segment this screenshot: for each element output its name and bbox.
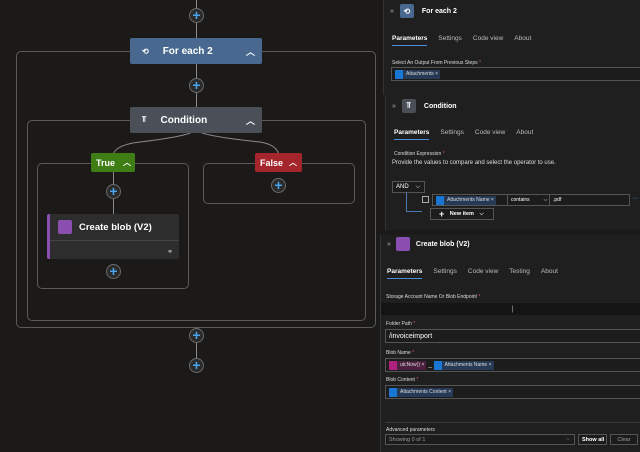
chevron-down-icon: ⌵ xyxy=(543,197,548,203)
tab-about[interactable]: About xyxy=(541,268,558,279)
blob-name-input[interactable]: utcNow() × _ Attachments Name × xyxy=(385,358,640,372)
tab-testing[interactable]: Testing xyxy=(509,268,530,279)
condition-icon: ⫪ xyxy=(142,115,147,124)
collapse-chevron-icon[interactable]: ︿ xyxy=(246,114,255,127)
connection-link-icon: ⚭ xyxy=(167,249,173,256)
add-step-button[interactable]: + xyxy=(106,264,121,279)
chevron-down-icon: ⌵ xyxy=(565,436,570,442)
chevron-down-icon: ⌵ xyxy=(415,183,421,190)
foreach-panel: » ⟲ For each 2 Parameters Settings Code vi… xyxy=(383,0,640,95)
tab-parameters[interactable]: Parameters xyxy=(387,268,423,279)
tab-code-view[interactable]: Code view xyxy=(475,129,505,140)
loop-icon: ⟲ xyxy=(142,46,149,56)
tab-about[interactable]: About xyxy=(516,129,533,140)
storage-account-select[interactable]: | xyxy=(381,303,640,315)
operator-select[interactable]: contains ⌵ xyxy=(507,194,550,206)
tab-settings[interactable]: Settings xyxy=(438,35,462,46)
add-step-button[interactable]: + xyxy=(189,78,204,93)
tab-settings[interactable]: Settings xyxy=(440,129,464,140)
create-blob-panel: » Create blob (V2) Parameters Settings Co… xyxy=(380,235,640,452)
output-input[interactable]: Attachments × xyxy=(391,67,640,81)
attachments-name-token[interactable]: Attachments Name × xyxy=(433,360,494,370)
divider xyxy=(385,422,640,423)
attachments-name-token[interactable]: Attachments Name × xyxy=(436,195,496,205)
row-checkbox[interactable] xyxy=(422,196,429,203)
chevron-up-icon[interactable]: ︿ xyxy=(123,157,131,168)
plus-icon: + xyxy=(439,209,445,219)
tab-code-view[interactable]: Code view xyxy=(473,35,503,46)
advanced-parameters-select[interactable]: Showing 0 of 1 ⌵ xyxy=(385,434,575,445)
blob-content-input[interactable]: Attachments Content × xyxy=(385,385,640,399)
attachments-content-token[interactable]: Attachments Content × xyxy=(389,387,454,397)
right-operand-input[interactable]: .pdf xyxy=(549,194,630,206)
blob-storage-icon xyxy=(58,220,72,234)
add-true-step-button[interactable]: + xyxy=(106,184,121,199)
tab-parameters[interactable]: Parameters xyxy=(392,35,428,46)
add-step-button[interactable]: + xyxy=(189,358,204,373)
expand-icon[interactable]: » xyxy=(390,8,394,15)
chevron-down-icon: ⌵ xyxy=(479,210,484,217)
more-options-icon[interactable]: ··· xyxy=(632,195,639,202)
add-step-button[interactable]: + xyxy=(189,328,204,343)
chevron-up-icon[interactable]: ︿ xyxy=(289,157,297,168)
clear-button[interactable]: Clear xyxy=(610,434,638,445)
tab-about[interactable]: About xyxy=(514,35,531,46)
collapse-chevron-icon[interactable]: ︿ xyxy=(246,45,255,58)
group-operator-select[interactable]: AND ⌵ xyxy=(392,181,425,193)
attachments-token[interactable]: Attachments × xyxy=(395,69,441,79)
left-operand-input[interactable]: Attachments Name × xyxy=(432,194,508,206)
loop-icon: ⟲ xyxy=(399,4,414,18)
add-step-button[interactable]: + xyxy=(189,8,204,23)
condition-description: Provide the values to compare and select… xyxy=(392,160,556,166)
tree-connector xyxy=(406,193,422,212)
folder-path-input[interactable]: /invoiceimport xyxy=(385,329,640,343)
false-branch-label[interactable]: False ︿ xyxy=(255,153,302,172)
new-item-button[interactable]: + New item ⌵ xyxy=(430,208,494,220)
condition-card[interactable]: ⫪ Condition ︿ xyxy=(130,107,262,133)
add-false-step-button[interactable]: + xyxy=(271,178,286,193)
expand-icon[interactable]: » xyxy=(387,241,391,248)
tab-settings[interactable]: Settings xyxy=(433,268,457,279)
blob-storage-icon xyxy=(395,237,410,251)
utcnow-token[interactable]: utcNow() × xyxy=(389,360,427,370)
tab-code-view[interactable]: Code view xyxy=(468,268,498,279)
true-branch-label[interactable]: True ︿ xyxy=(91,153,135,172)
tab-parameters[interactable]: Parameters xyxy=(394,129,430,140)
condition-icon: ⫪ xyxy=(401,99,416,113)
foreach-card[interactable]: ⟲ For each 2 ︿ xyxy=(130,38,262,64)
condition-panel: » ⫪ Condition Parameters Settings Code vie… xyxy=(385,95,640,230)
expand-icon[interactable]: » xyxy=(392,103,396,110)
create-blob-card[interactable]: Create blob (V2) ⚭ xyxy=(47,214,179,259)
show-all-button[interactable]: Show all xyxy=(578,434,607,445)
